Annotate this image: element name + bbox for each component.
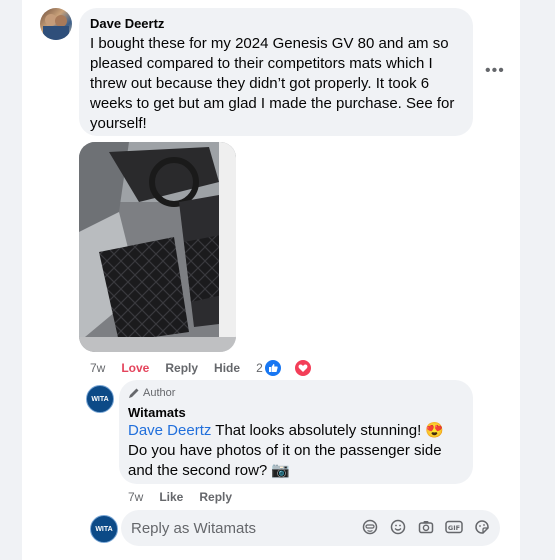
composer-tools: GIF (360, 517, 492, 537)
comment-time[interactable]: 7w (90, 361, 105, 375)
more-options-icon[interactable]: ••• (485, 62, 505, 80)
gif-icon[interactable]: GIF (444, 517, 464, 537)
comment-photo[interactable] (79, 142, 236, 352)
like-button[interactable]: Like (159, 490, 183, 504)
pen-icon (129, 388, 139, 398)
reply-author[interactable]: Witamats (128, 405, 186, 420)
comment-author[interactable]: Dave Deertz (90, 16, 164, 31)
author-badge: Author (128, 387, 175, 399)
hide-button[interactable]: Hide (214, 361, 240, 375)
reaction-summary[interactable]: 2 (256, 359, 328, 377)
avatar[interactable] (40, 8, 72, 40)
reply-actions: 7w Like Reply (128, 490, 248, 504)
love-icon (293, 359, 312, 377)
avatar-sticker-icon[interactable] (360, 517, 380, 537)
comment-actions: 7w Love Reply Hide 2 (90, 359, 328, 377)
reply-text: Dave Deertz That looks absolutely stunni… (128, 421, 458, 481)
sticker-icon[interactable] (472, 517, 492, 537)
like-icon (263, 359, 282, 377)
reply-avatar[interactable]: WITA (86, 385, 114, 413)
composer-avatar[interactable]: WITA (90, 515, 118, 543)
reply-reply-button[interactable]: Reply (199, 490, 232, 504)
comment-text: I bought these for my 2024 Genesis GV 80… (90, 35, 455, 132)
reply-button[interactable]: Reply (165, 361, 198, 375)
emoji-icon[interactable] (388, 517, 408, 537)
love-button[interactable]: Love (121, 361, 149, 375)
reaction-count: 2 (256, 361, 263, 375)
svg-text:GIF: GIF (448, 524, 460, 532)
camera-icon[interactable] (416, 517, 436, 537)
reply-input[interactable] (131, 518, 331, 538)
author-badge-label: Author (143, 387, 176, 399)
mention-link[interactable]: Dave Deertz (128, 422, 211, 439)
reply-time[interactable]: 7w (128, 490, 143, 504)
